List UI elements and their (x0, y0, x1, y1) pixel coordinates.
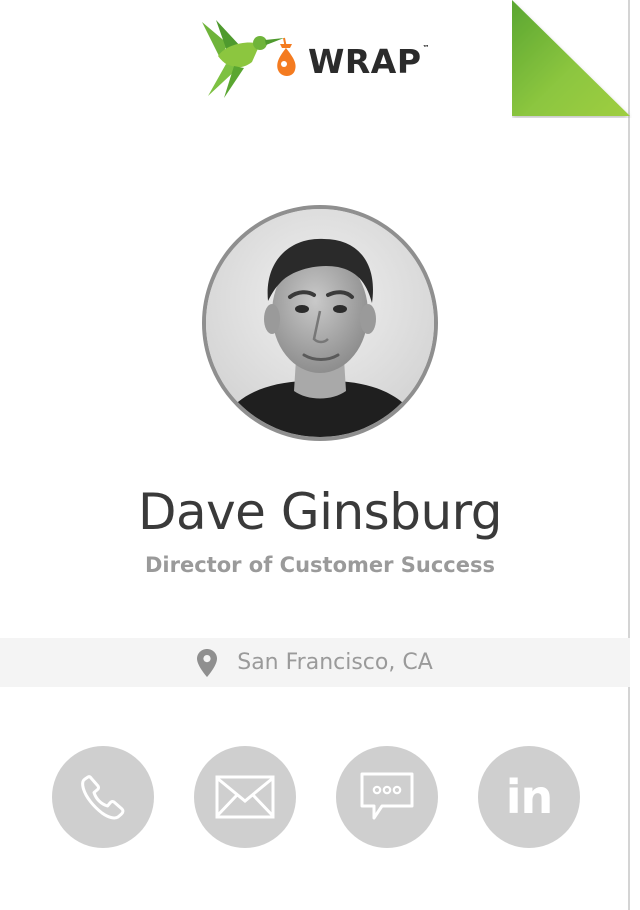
call-button[interactable] (52, 746, 154, 848)
avatar (202, 205, 438, 441)
linkedin-icon: in (505, 770, 554, 824)
map-pin-icon (197, 648, 218, 677)
message-button[interactable] (336, 746, 438, 848)
phone-icon (81, 775, 125, 820)
linkedin-button[interactable]: in (478, 746, 580, 848)
location-text: San Francisco, CA (237, 650, 433, 675)
contact-actions: in (52, 746, 582, 848)
contact-card: WRAP™ Dave Ginsburg Director of Customer… (0, 0, 630, 910)
envelope-icon (215, 775, 275, 819)
email-button[interactable] (194, 746, 296, 848)
contact-name: Dave Ginsburg (137, 483, 503, 541)
trademark-symbol: ™ (422, 43, 431, 52)
location-row: San Francisco, CA (0, 638, 630, 687)
chat-bubble-icon (360, 772, 414, 820)
page-curl-corner[interactable] (512, 0, 632, 118)
contact-job-title: Director of Customer Success (144, 553, 496, 577)
profile-photo (206, 209, 434, 437)
logo-wordmark: WRAP™ (308, 41, 431, 81)
hummingbird-icon (202, 20, 296, 98)
wrap-logo[interactable]: WRAP™ (198, 18, 430, 100)
